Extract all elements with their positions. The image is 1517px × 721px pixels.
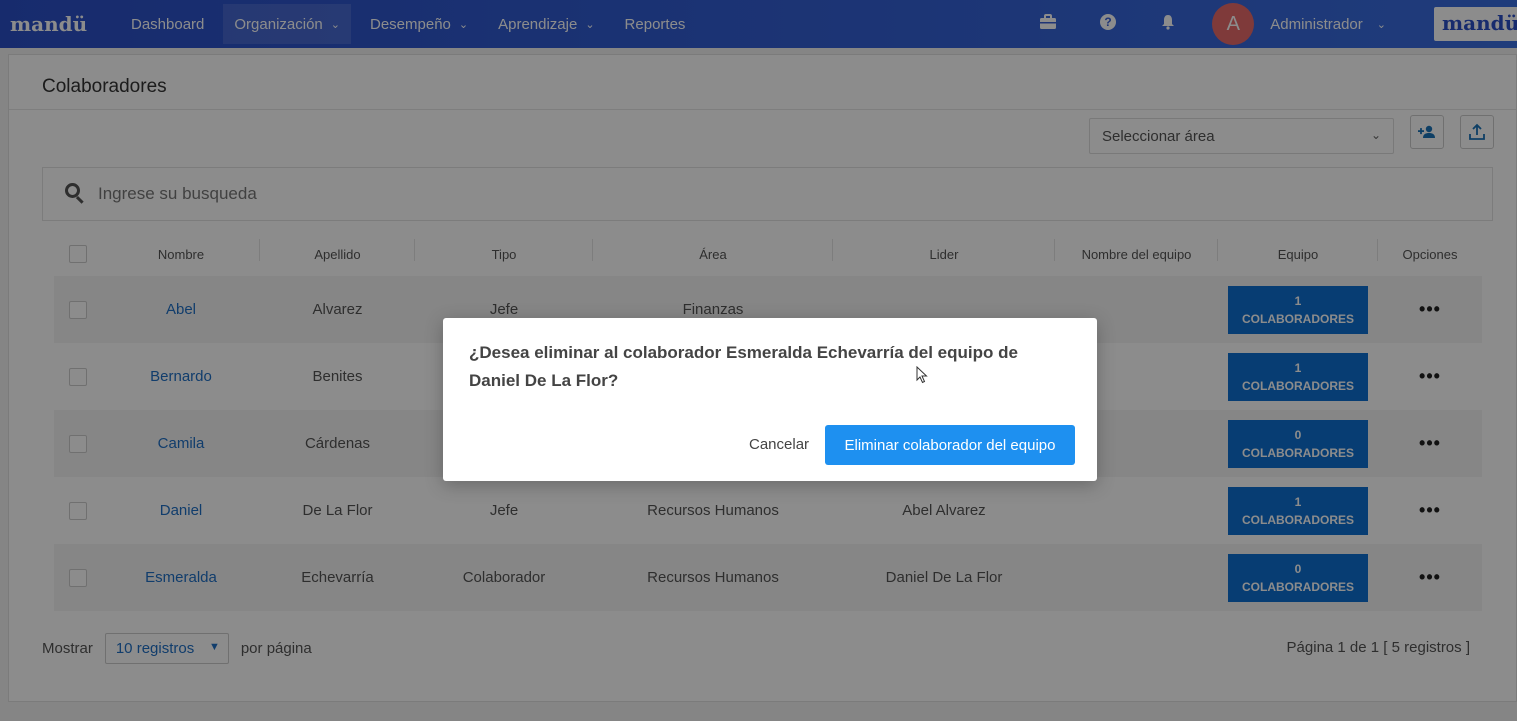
cancel-button[interactable]: Cancelar [749,436,809,453]
mouse-cursor-icon [916,366,928,384]
confirm-dialog: ¿Desea eliminar al colaborador Esmeralda… [443,318,1097,481]
remove-from-team-button[interactable]: Eliminar colaborador del equipo [825,425,1075,465]
dialog-message: ¿Desea eliminar al colaborador Esmeralda… [469,343,1018,390]
